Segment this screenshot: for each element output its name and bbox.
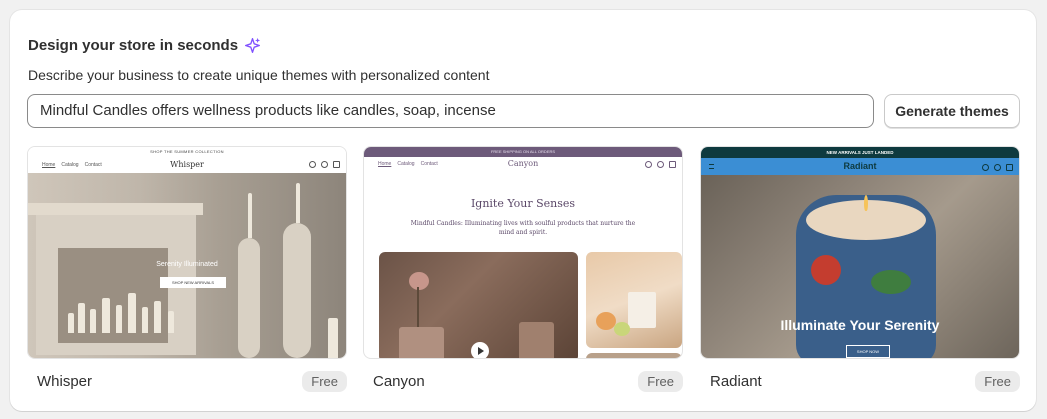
preview-nav: Home Catalog Contact Canyon: [364, 157, 682, 171]
theme-generator-card: Design your store in seconds Describe yo…: [10, 10, 1036, 411]
search-icon: [645, 161, 652, 168]
account-icon: [657, 161, 664, 168]
preview-announcement-bar: SHOP THE SUMMER COLLECTION: [28, 147, 346, 157]
preview-logo: Canyon: [507, 159, 539, 168]
theme-preview-radiant[interactable]: NEW ARRIVALS JUST LANDED Radiant Illumin…: [700, 146, 1020, 359]
account-icon: [994, 164, 1001, 171]
theme-name: Canyon: [373, 373, 425, 390]
preview-hero-button: SHOP NOW: [846, 345, 890, 358]
generate-themes-button[interactable]: Generate themes: [884, 94, 1020, 128]
play-icon: [471, 342, 489, 358]
theme-card-radiant[interactable]: NEW ARRIVALS JUST LANDED Radiant Illumin…: [700, 146, 1020, 392]
preview-nav: Radiant: [701, 158, 1019, 175]
sparkle-icon: [245, 37, 261, 53]
preview-hero-title: Ignite Your Senses: [470, 197, 576, 210]
preview-hero-title: Illuminate Your Serenity: [780, 317, 940, 333]
theme-card-whisper[interactable]: SHOP THE SUMMER COLLECTION Home Catalog …: [27, 146, 347, 392]
section-subtitle: Describe your business to create unique …: [28, 67, 490, 83]
preview-logo: Whisper: [170, 160, 204, 169]
preview-image-candle: [586, 252, 682, 348]
business-description-input[interactable]: Mindful Candles offers wellness products…: [27, 94, 874, 128]
preview-nav: Home Catalog Contact Whisper: [28, 157, 346, 174]
preview-hero-title: Serenity Illuminated: [156, 261, 218, 268]
search-icon: [982, 164, 989, 171]
price-badge: Free: [638, 371, 683, 392]
preview-hero-image: Serenity Illuminated SHOP NEW ARRIVALS: [28, 173, 346, 358]
section-heading: Design your store in seconds: [28, 37, 261, 54]
theme-preview-canyon[interactable]: FREE SHIPPING ON ALL ORDERS Home Catalog…: [363, 146, 683, 359]
cart-icon: [669, 161, 676, 168]
preview-hero-button: SHOP NEW ARRIVALS: [160, 277, 226, 288]
preview-image-strip: [586, 353, 682, 358]
preview-logo: Radiant: [843, 161, 877, 171]
theme-name: Radiant: [710, 373, 762, 390]
preview-hero-text: Mindful Candles: Illuminating lives with…: [410, 220, 636, 236]
price-badge: Free: [302, 371, 347, 392]
preview-hero-image: Illuminate Your Serenity SHOP NOW: [701, 175, 1019, 358]
page-title: Design your store in seconds: [28, 37, 239, 54]
theme-name: Whisper: [37, 373, 93, 390]
search-icon: [309, 161, 316, 168]
cart-icon: [1006, 164, 1013, 171]
preview-announcement-bar: NEW ARRIVALS JUST LANDED: [701, 147, 1019, 158]
account-icon: [321, 161, 328, 168]
preview-image-flowers: [379, 252, 578, 358]
price-badge: Free: [975, 371, 1020, 392]
cart-icon: [333, 161, 340, 168]
theme-preview-whisper[interactable]: SHOP THE SUMMER COLLECTION Home Catalog …: [27, 146, 347, 359]
theme-card-canyon[interactable]: FREE SHIPPING ON ALL ORDERS Home Catalog…: [363, 146, 683, 392]
preview-announcement-bar: FREE SHIPPING ON ALL ORDERS: [364, 147, 682, 157]
